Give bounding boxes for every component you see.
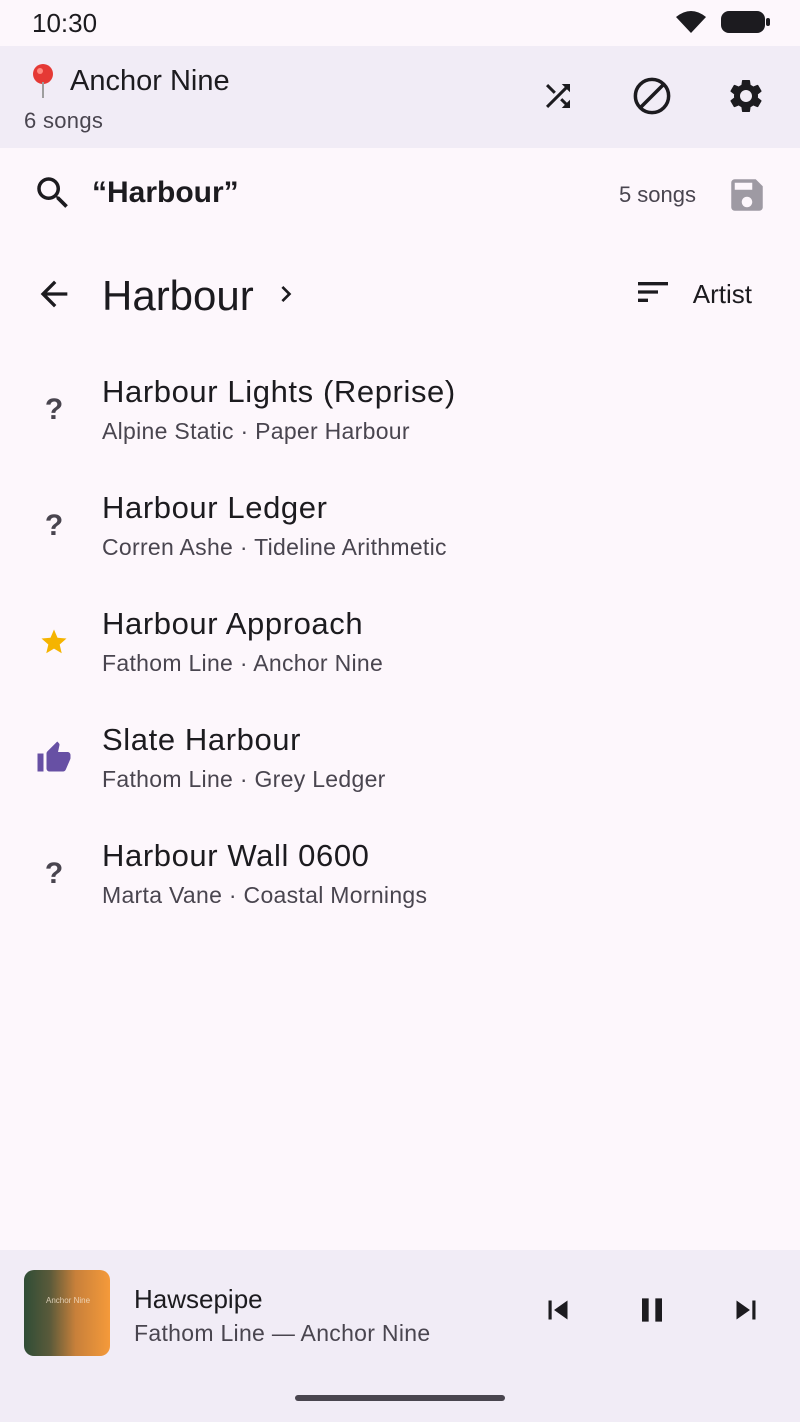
nav-row: Harbour Artist	[0, 256, 800, 340]
song-title: Harbour Lights (Reprise)	[102, 374, 456, 409]
skip-previous-icon	[539, 1291, 577, 1334]
list-item[interactable]: ? Harbour Wall 0600 Marta Vane · Coastal…	[0, 816, 800, 932]
list-item[interactable]: ? Harbour Ledger Corren Ashe · Tideline …	[0, 468, 800, 584]
shuffle-button[interactable]	[534, 74, 582, 122]
settings-icon	[726, 76, 766, 121]
header-actions	[534, 74, 770, 122]
pause-icon	[632, 1290, 672, 1335]
arrow-back-icon	[34, 274, 74, 319]
song-subtitle: Fathom Line · Grey Ledger	[102, 766, 386, 792]
block-icon	[631, 75, 673, 122]
app-header: Anchor Nine 6 songs	[0, 46, 800, 148]
song-subtitle: Marta Vane · Coastal Mornings	[102, 882, 428, 908]
search-icon	[32, 177, 74, 218]
player-controls	[534, 1288, 770, 1336]
page-title: Anchor Nine	[70, 64, 230, 97]
song-count: 6 songs	[24, 108, 104, 133]
previous-button[interactable]	[534, 1288, 582, 1336]
next-button[interactable]	[722, 1288, 770, 1336]
list-item[interactable]: Harbour Approach Fathom Line · Anchor Ni…	[0, 584, 800, 700]
sort-icon	[633, 272, 673, 317]
save-button[interactable]	[726, 174, 768, 221]
save-icon	[726, 179, 768, 220]
now-playing-title: Hawsepipe	[134, 1284, 263, 1314]
thumb-up-icon	[34, 738, 74, 778]
song-title: Harbour Ledger	[102, 490, 328, 525]
song-subtitle: Corren Ashe · Tideline Arithmetic	[102, 534, 447, 560]
search-query[interactable]: “Harbour”	[92, 176, 239, 210]
status-icons	[674, 9, 772, 40]
home-indicator[interactable]	[295, 1395, 505, 1401]
chevron-right-icon	[270, 286, 302, 314]
status-bar: 10:30	[0, 0, 800, 46]
album-art[interactable]: Anchor Nine	[24, 1270, 110, 1356]
now-playing-subtitle: Fathom Line — Anchor Nine	[134, 1320, 431, 1346]
settings-button[interactable]	[722, 74, 770, 122]
song-title: Harbour Wall 0600	[102, 838, 370, 873]
song-subtitle: Fathom Line · Anchor Nine	[102, 650, 384, 676]
list-item[interactable]: ? Harbour Lights (Reprise) Alpine Static…	[0, 352, 800, 468]
song-subtitle: Alpine Static · Paper Harbour	[102, 418, 410, 444]
pause-button[interactable]	[628, 1288, 676, 1336]
search-result-count: 5 songs	[618, 182, 696, 207]
shuffle-icon	[540, 78, 576, 119]
mini-player[interactable]: Anchor Nine Hawsepipe Fathom Line — Anch…	[0, 1250, 800, 1422]
song-list: ? Harbour Lights (Reprise) Alpine Static…	[0, 352, 800, 932]
header-title-row: Anchor Nine	[26, 62, 230, 100]
block-button[interactable]	[628, 74, 676, 122]
search-button[interactable]	[32, 172, 74, 219]
sort-button[interactable]: Artist	[633, 272, 752, 317]
map-pin-icon	[26, 62, 60, 100]
sort-label: Artist	[692, 279, 752, 309]
folder-title: Harbour	[102, 272, 254, 319]
search-row: “Harbour” 5 songs	[0, 148, 800, 244]
list-item[interactable]: Slate Harbour Fathom Line · Grey Ledger	[0, 700, 800, 816]
unknown-rating-icon: ?	[44, 857, 64, 890]
song-title: Harbour Approach	[102, 606, 364, 641]
wifi-icon	[674, 9, 708, 40]
skip-next-icon	[727, 1291, 765, 1334]
song-title: Slate Harbour	[102, 722, 302, 757]
expand-button[interactable]	[270, 278, 302, 315]
unknown-rating-icon: ?	[44, 509, 64, 542]
star-icon	[34, 622, 74, 662]
back-button[interactable]	[30, 272, 78, 320]
battery-icon	[720, 9, 772, 40]
unknown-rating-icon: ?	[44, 393, 64, 426]
status-time: 10:30	[32, 8, 98, 38]
album-art-text: Anchor Nine	[46, 1296, 91, 1305]
